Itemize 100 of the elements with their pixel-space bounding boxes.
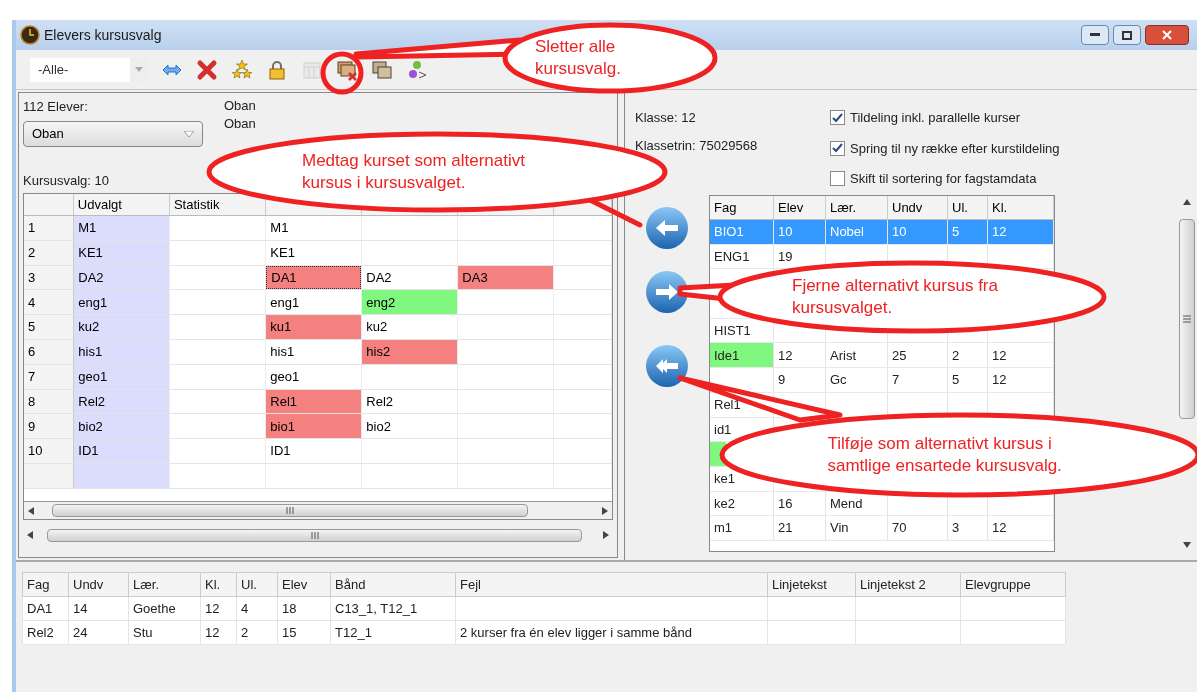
table-cell[interactable]: ENG1 — [710, 246, 754, 267]
table-cell[interactable]: his1 — [266, 340, 362, 364]
scroll-thumb[interactable] — [1179, 219, 1195, 419]
table-cell[interactable]: HIST1 — [710, 320, 755, 341]
option-label[interactable]: Tildeling inkl. parallelle kurser — [850, 108, 1021, 128]
table-cell[interactable]: 16 — [774, 493, 797, 514]
table-cell[interactable]: Vin — [826, 518, 853, 538]
row-header[interactable]: 10 — [24, 439, 75, 463]
table-cell: 15 — [282, 624, 297, 640]
table-cell[interactable]: id1 — [710, 419, 736, 440]
table-cell[interactable]: 5 — [948, 370, 964, 390]
move-button[interactable] — [646, 271, 688, 313]
scroll-thumb[interactable] — [47, 528, 582, 542]
column-header[interactable]: Bånd — [335, 576, 366, 592]
checkbox[interactable] — [830, 110, 845, 126]
checkbox[interactable] — [830, 140, 845, 156]
table-cell[interactable]: Ide1 — [710, 343, 773, 368]
table-cell[interactable] — [74, 463, 170, 488]
option-label[interactable]: Spring til ny række efter kurstildeling — [850, 138, 1060, 158]
table-cell[interactable]: 2 — [948, 345, 964, 366]
table-cell[interactable]: 12 — [988, 345, 1011, 366]
row-header[interactable]: 7 — [24, 364, 75, 389]
row-header[interactable]: 5 — [24, 315, 75, 339]
horizontal-scrollbar[interactable] — [24, 501, 612, 519]
table-cell[interactable]: Rel2 — [362, 389, 458, 414]
person-icon[interactable] — [406, 58, 428, 81]
row-header[interactable]: 9 — [24, 414, 75, 439]
checkbox[interactable] — [830, 171, 845, 187]
column-header[interactable]: Fag — [714, 197, 737, 218]
move-button[interactable] — [646, 207, 688, 249]
row-header[interactable]: 4 — [24, 290, 75, 315]
column-header[interactable]: Fejl — [460, 576, 481, 592]
minimize-button[interactable] — [1081, 25, 1109, 45]
column-header[interactable]: Undv — [892, 197, 923, 218]
column-header[interactable]: Statistik — [173, 194, 220, 215]
column-header[interactable]: Elev — [778, 197, 804, 218]
column-header[interactable]: Lær. — [830, 197, 856, 218]
delete-icon[interactable] — [196, 58, 218, 81]
table-cell[interactable]: his1 — [74, 340, 170, 364]
table-cell[interactable]: KE1 — [266, 240, 362, 265]
scroll-thumb[interactable] — [52, 504, 528, 517]
table-cell[interactable]: KE1 — [74, 240, 170, 265]
student-select[interactable]: Oban — [23, 120, 203, 147]
option-label[interactable]: Skift til sortering for fagstamdata — [850, 169, 1037, 189]
table-cell[interactable]: Rel1 — [710, 394, 745, 415]
padlock-icon[interactable] — [266, 58, 288, 81]
table-cell[interactable]: Mend — [826, 493, 867, 514]
table-cell[interactable]: 3 — [948, 518, 964, 538]
stars-icon[interactable] — [231, 58, 253, 81]
table-cell[interactable]: ku2 — [362, 315, 458, 339]
table-cell[interactable]: eng2 — [362, 290, 458, 315]
row-header[interactable]: 3 — [24, 265, 75, 290]
table-cell[interactable]: 70 — [888, 518, 911, 538]
table-cell[interactable]: eng1 — [74, 290, 170, 315]
table-cell[interactable]: ke1 — [710, 468, 739, 489]
table-cell[interactable]: M1 — [266, 216, 362, 240]
cards-delete-icon[interactable] — [336, 58, 358, 81]
column-header[interactable]: Ul. — [952, 197, 968, 218]
column-header[interactable]: Udvalgt — [77, 194, 122, 215]
table-cell[interactable]: 21 — [774, 518, 797, 538]
table-cell[interactable]: 12 — [988, 370, 1011, 390]
table-cell[interactable]: ID1 — [266, 439, 362, 463]
stacked-cards-icon[interactable] — [371, 58, 393, 81]
row-header[interactable]: 1 — [24, 216, 75, 240]
table-cell[interactable]: 12 — [774, 345, 797, 366]
table-cell[interactable]: geo1 — [266, 364, 362, 389]
table-cell[interactable]: DA3 — [458, 265, 554, 290]
table-cell[interactable]: DA1 — [266, 265, 362, 290]
table-cell[interactable]: ku2 — [74, 315, 170, 339]
table-cell[interactable]: 7 — [888, 370, 904, 390]
table-cell[interactable]: ke2 — [710, 493, 739, 514]
row-header[interactable]: 8 — [24, 389, 75, 414]
table-cell[interactable]: 12 — [988, 518, 1011, 538]
table-cell[interactable]: 9 — [774, 370, 790, 390]
table-cell[interactable]: DA2 — [362, 265, 458, 290]
table-cell[interactable]: DA2 — [74, 265, 170, 290]
table-cell[interactable]: Gc — [826, 370, 851, 390]
table-cell[interactable]: Arist — [826, 345, 860, 366]
table-cell[interactable]: 19 — [774, 246, 797, 267]
column-header[interactable]: Kl. — [992, 197, 1008, 218]
table-cell[interactable]: bio1 — [266, 414, 362, 439]
table-cell[interactable]: M1 — [74, 216, 170, 240]
table-cell[interactable]: Rel2 — [74, 389, 170, 414]
move-button[interactable] — [646, 345, 688, 387]
table-cell[interactable]: ku1 — [266, 315, 362, 339]
row-header[interactable]: 6 — [24, 340, 75, 364]
table-cell[interactable]: bio2 — [362, 414, 458, 439]
table-cell[interactable]: Rel1 — [266, 389, 362, 414]
table-cell[interactable]: ID1 — [74, 439, 170, 463]
table-cell: 12 — [205, 600, 220, 616]
table-cell[interactable]: geo1 — [74, 364, 170, 389]
filter-dropdown[interactable]: -Alle- — [30, 57, 148, 82]
table-cell[interactable]: eng1 — [266, 290, 362, 315]
table-cell[interactable]: m1 — [710, 518, 737, 538]
table-cell[interactable]: bio2 — [74, 414, 170, 439]
row-header[interactable]: 2 — [24, 240, 75, 265]
table-cell[interactable]: 25 — [888, 345, 911, 366]
table-cell[interactable]: his2 — [362, 340, 458, 364]
maximize-button[interactable] — [1113, 25, 1141, 45]
close-button[interactable] — [1145, 25, 1189, 45]
